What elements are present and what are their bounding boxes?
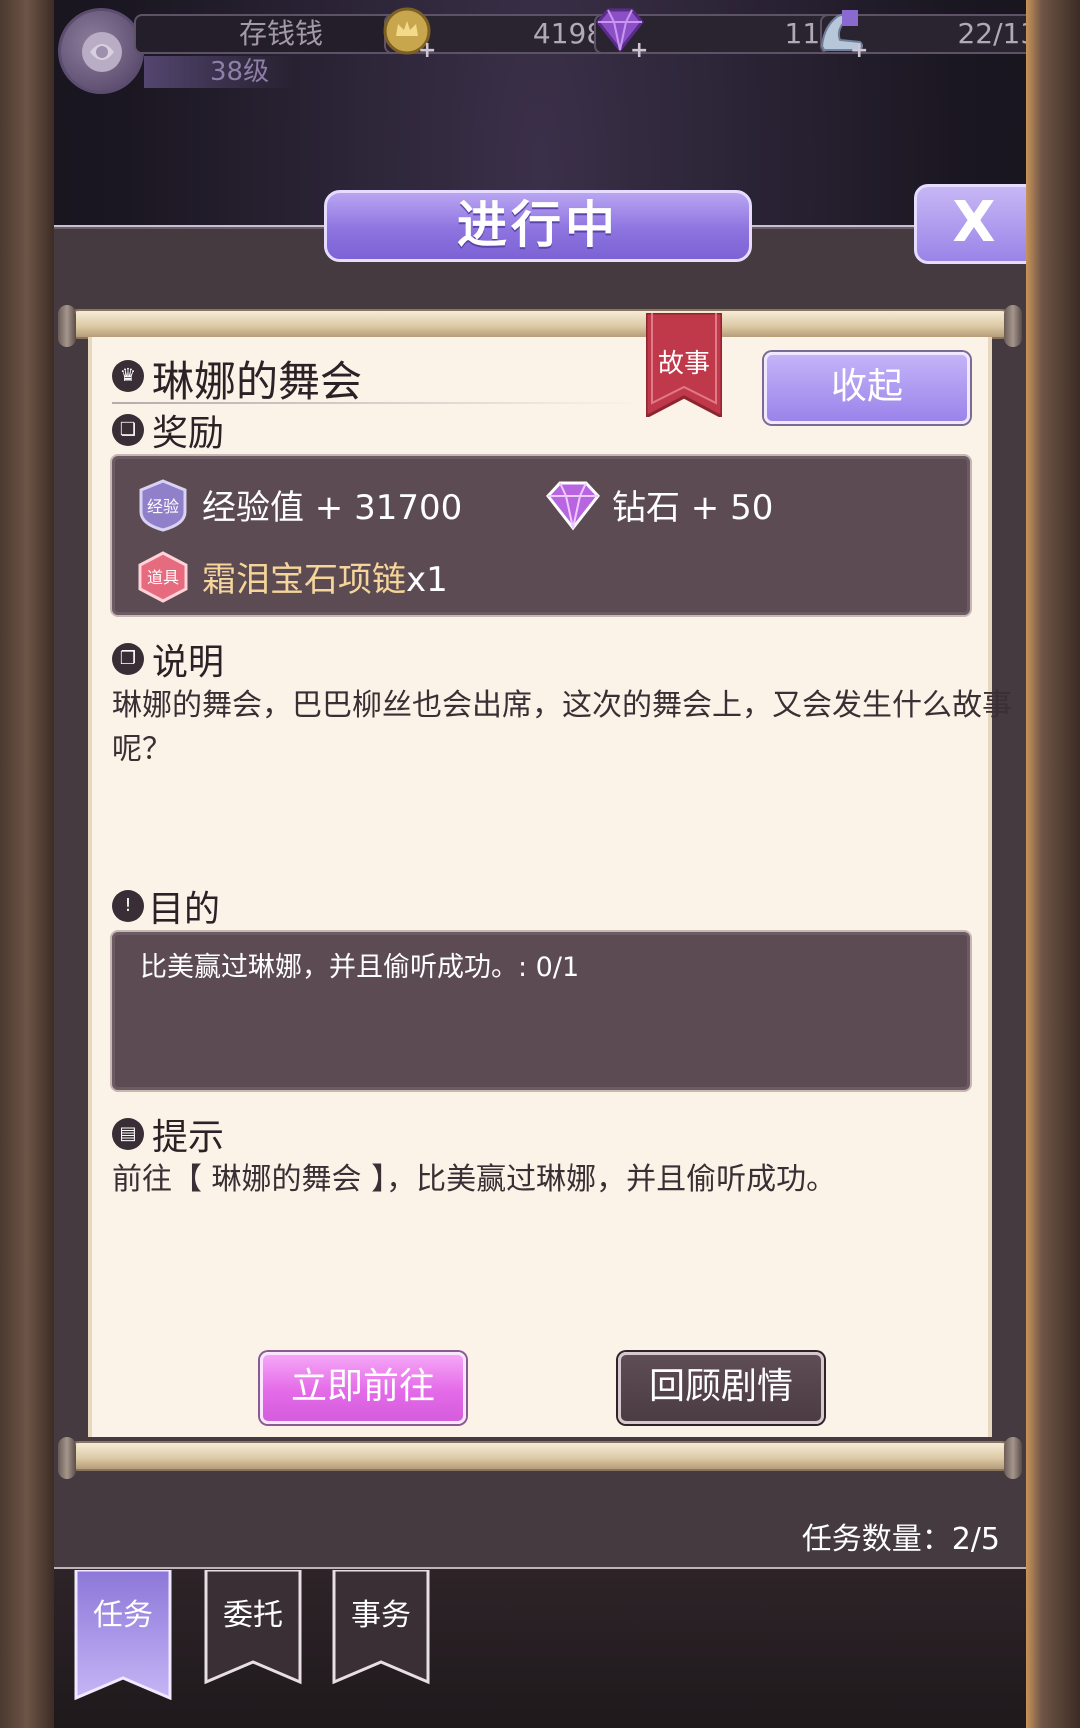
status-banner: 进行中 <box>324 190 752 262</box>
svg-text:经验: 经验 <box>147 497 179 516</box>
rewards-box: 经验 经验值 + 31700 钻石 + 50 道具 霜泪宝石项链x1 <box>110 454 972 617</box>
player-avatar[interactable] <box>58 8 144 94</box>
rod-knob <box>1004 1437 1022 1479</box>
reward-item-qty: x1 <box>406 560 448 600</box>
tab-commissions[interactable]: 委托 <box>204 1570 302 1700</box>
add-diamond-icon[interactable]: + <box>630 38 648 63</box>
exclamation-icon: ! <box>112 890 144 922</box>
collapse-button[interactable]: 收起 <box>764 352 970 424</box>
reward-item-name: 霜泪宝石项链 <box>202 560 406 600</box>
item-badge-icon: 道具 <box>138 551 188 603</box>
left-frame <box>0 0 54 1728</box>
quest-title: 琳娜的舞会 <box>152 357 363 406</box>
crown-icon: ♛ <box>112 360 144 392</box>
bottom-tab-bar <box>54 1567 1026 1728</box>
tab-affairs-label: 事务 <box>351 1598 411 1633</box>
story-tag-label: 故事 <box>657 349 710 379</box>
gift-icon: ❏ <box>112 414 144 446</box>
top-status-bar: 存钱钱 38级 41985 + 117 + 22/136 + <box>54 0 1026 100</box>
rod-knob <box>1004 305 1022 347</box>
description-label: 说明 <box>152 642 225 683</box>
rod-knob <box>58 1437 76 1479</box>
close-button[interactable]: X <box>914 184 1026 264</box>
scroll-rod-top <box>58 305 1022 347</box>
goal-label: 目的 <box>148 889 221 930</box>
stamina-value: 22/136 <box>957 17 1026 50</box>
rewards-label: 奖励 <box>152 413 225 454</box>
hint-text: 前往【 琳娜的舞会 】，比美赢过琳娜，并且偷听成功。 <box>112 1162 837 1197</box>
task-count: 任务数量：2/5 <box>801 1522 1000 1557</box>
reward-exp: 经验值 + 31700 <box>202 488 463 528</box>
goal-text: 比美赢过琳娜，并且偷听成功。: 0/1 <box>140 952 580 983</box>
reward-item: 霜泪宝石项链x1 <box>202 552 448 601</box>
tab-commissions-label: 委托 <box>223 1598 283 1633</box>
rose-icon <box>82 32 122 72</box>
player-level: 38级 <box>144 56 294 88</box>
reward-diamond: 钻石 + 50 <box>612 488 774 528</box>
diamond-reward-icon <box>546 481 600 531</box>
exp-badge-icon: 经验 <box>139 479 187 532</box>
hint-label: 提示 <box>152 1117 225 1158</box>
add-gold-icon[interactable]: + <box>418 38 436 63</box>
scroll-rod-bottom <box>58 1437 1022 1479</box>
review-story-button[interactable]: 回顾剧情 <box>618 1352 824 1424</box>
rod-knob <box>58 305 76 347</box>
story-tag: 故事 <box>644 311 724 420</box>
tab-tasks-label: 任务 <box>93 1598 153 1633</box>
right-frame <box>1026 0 1080 1728</box>
tab-tasks[interactable]: 任务 <box>74 1570 172 1700</box>
tab-affairs[interactable]: 事务 <box>332 1570 430 1700</box>
add-stamina-icon[interactable]: + <box>850 38 868 63</box>
description-text: 琳娜的舞会，巴巴柳丝也会出席，这次的舞会上，又会发生什么故事呢？ <box>112 688 1012 767</box>
go-now-button[interactable]: 立即前往 <box>260 1352 466 1424</box>
book-icon: ❐ <box>112 643 144 675</box>
note-icon: ▤ <box>112 1118 144 1150</box>
svg-text:道具: 道具 <box>147 568 179 587</box>
game-scene: 存钱钱 38级 41985 + 117 + 22/136 + 进行中 X <box>54 0 1026 1728</box>
